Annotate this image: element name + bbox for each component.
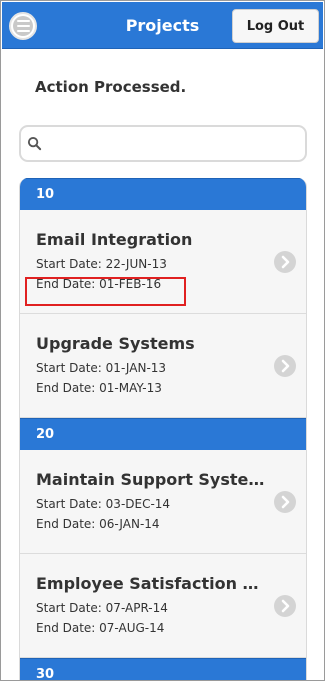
group-divider-10: 10 [20, 178, 306, 210]
start-date: Start Date: 03-DEC-14 [36, 497, 171, 511]
search-box[interactable] [19, 125, 307, 162]
project-list: 10 Email Integration Start Date: 22-JUN-… [19, 178, 307, 680]
list-item[interactable]: Employee Satisfaction Survey Start Date:… [20, 554, 306, 658]
chevron-right-icon [274, 491, 296, 513]
end-date: End Date: 01-FEB-16 [36, 277, 162, 291]
hamburger-icon [16, 20, 30, 32]
status-message: Action Processed. [35, 78, 187, 96]
project-name: Email Integration [36, 230, 193, 249]
project-name: Upgrade Systems [36, 334, 195, 353]
group-divider-20: 20 [20, 418, 306, 450]
end-date: End Date: 06-JAN-14 [36, 517, 160, 531]
logout-button[interactable]: Log Out [232, 9, 319, 43]
search-input[interactable] [47, 131, 302, 156]
end-date: End Date: 01-MAY-13 [36, 381, 162, 395]
list-item[interactable]: Maintain Support Systems Start Date: 03-… [20, 450, 306, 554]
project-name: Employee Satisfaction Survey [36, 574, 268, 593]
chevron-right-icon [274, 251, 296, 273]
project-name: Maintain Support Systems [36, 470, 268, 489]
chevron-right-icon [274, 595, 296, 617]
chevron-right-icon [274, 355, 296, 377]
menu-button[interactable] [9, 12, 37, 40]
end-date: End Date: 07-AUG-14 [36, 621, 165, 635]
group-divider-30: 30 [20, 658, 306, 680]
start-date: Start Date: 01-JAN-13 [36, 361, 167, 375]
header-bar: Projects Log Out [2, 2, 323, 49]
list-item[interactable]: Upgrade Systems Start Date: 01-JAN-13 En… [20, 314, 306, 418]
list-item[interactable]: Email Integration Start Date: 22-JUN-13 … [20, 210, 306, 314]
start-date: Start Date: 22-JUN-13 [36, 257, 167, 271]
app-frame: Projects Log Out Action Processed. 10 Em… [0, 0, 325, 681]
start-date: Start Date: 07-APR-14 [36, 601, 168, 615]
search-icon [27, 136, 42, 151]
